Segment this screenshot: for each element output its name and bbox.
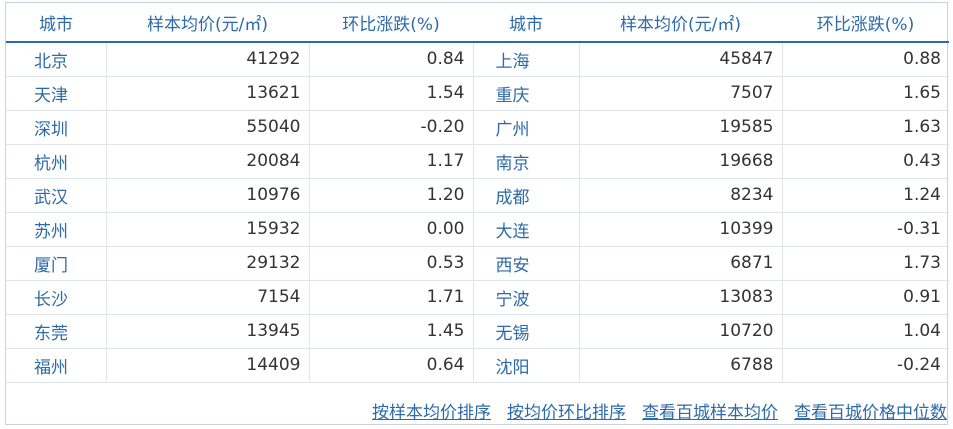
table-row: 苏州 15932 0.00 大连 10399 -0.31	[6, 212, 949, 247]
city-cell: 苏州	[6, 212, 107, 247]
price-cell: 6788	[579, 348, 783, 383]
table-row: 杭州 20084 1.17 南京 19668 0.43	[6, 144, 949, 179]
table-row: 东莞 13945 1.45 无锡 10720 1.04	[6, 314, 949, 349]
table-row: 深圳 55040 -0.20 广州 19585 1.63	[6, 110, 949, 145]
price-cell: 7154	[106, 280, 310, 315]
change-cell: -0.24	[782, 348, 949, 383]
change-cell: 0.53	[309, 246, 474, 281]
price-cell: 10976	[106, 178, 310, 213]
change-cell: 0.43	[782, 144, 949, 179]
city-cell: 杭州	[6, 144, 107, 179]
city-cell: 广州	[473, 110, 580, 145]
city-cell: 上海	[473, 42, 580, 77]
city-cell: 大连	[473, 212, 580, 247]
change-cell: 1.24	[782, 178, 949, 213]
price-cell: 7507	[579, 76, 783, 111]
table-row: 天津 13621 1.54 重庆 7507 1.65	[6, 76, 949, 111]
price-cell: 13621	[106, 76, 310, 111]
link-bar: 按样本均价排序 按均价环比排序 查看百城样本均价 查看百城价格中位数	[372, 398, 947, 423]
change-cell: 1.45	[309, 314, 474, 349]
city-cell: 宁波	[473, 280, 580, 315]
header-avg-price-right: 样本均价(元/㎡)	[579, 3, 782, 43]
table-row: 福州 14409 0.64 沈阳 6788 -0.24	[6, 348, 949, 383]
table-header-row: 城市 样本均价(元/㎡) 环比涨跌(%) 城市 样本均价(元/㎡) 环比涨跌(%…	[6, 3, 949, 43]
table-body: 北京 41292 0.84 上海 45847 0.88 天津 13621 1.54 重庆 7507 1…	[6, 42, 949, 383]
city-cell: 南京	[473, 144, 580, 179]
sort-by-change-link[interactable]: 按均价环比排序	[507, 398, 626, 423]
price-cell: 19585	[579, 110, 783, 145]
city-cell: 东莞	[6, 314, 107, 349]
table-row: 长沙 7154 1.71 宁波 13083 0.91	[6, 280, 949, 315]
change-cell: 1.04	[782, 314, 949, 349]
change-cell: 1.54	[309, 76, 474, 111]
change-cell: 1.71	[309, 280, 474, 315]
change-cell: 1.73	[782, 246, 949, 281]
change-cell: 0.00	[309, 212, 474, 247]
change-cell: 0.88	[782, 42, 949, 77]
price-cell: 29132	[106, 246, 310, 281]
view-100-city-median-link[interactable]: 查看百城价格中位数	[794, 398, 947, 423]
price-cell: 20084	[106, 144, 310, 179]
city-price-panel: 城市 样本均价(元/㎡) 环比涨跌(%) 城市 样本均价(元/㎡) 环比涨跌(%…	[5, 2, 949, 425]
city-cell: 长沙	[6, 280, 107, 315]
city-cell: 北京	[6, 42, 107, 77]
view-100-city-avg-link[interactable]: 查看百城样本均价	[642, 398, 778, 423]
change-cell: -0.20	[309, 110, 474, 145]
city-cell: 重庆	[473, 76, 580, 111]
city-cell: 西安	[473, 246, 580, 281]
city-cell: 无锡	[473, 314, 580, 349]
change-cell: 0.64	[309, 348, 474, 383]
price-cell: 8234	[579, 178, 783, 213]
price-cell: 13083	[579, 280, 783, 315]
change-cell: -0.31	[782, 212, 949, 247]
table-row: 厦门 29132 0.53 西安 6871 1.73	[6, 246, 949, 281]
city-cell: 厦门	[6, 246, 107, 281]
table-row: 武汉 10976 1.20 成都 8234 1.24	[6, 178, 949, 213]
city-cell: 沈阳	[473, 348, 580, 383]
header-city-left: 城市	[6, 3, 106, 43]
sort-by-price-link[interactable]: 按样本均价排序	[372, 398, 491, 423]
price-cell: 15932	[106, 212, 310, 247]
price-cell: 41292	[106, 42, 310, 77]
price-cell: 6871	[579, 246, 783, 281]
change-cell: 1.63	[782, 110, 949, 145]
change-cell: 1.17	[309, 144, 474, 179]
city-price-table: 城市 样本均价(元/㎡) 环比涨跌(%) 城市 样本均价(元/㎡) 环比涨跌(%…	[6, 3, 949, 383]
header-change-left: 环比涨跌(%)	[309, 3, 473, 43]
header-avg-price-left: 样本均价(元/㎡)	[106, 3, 309, 43]
price-cell: 45847	[579, 42, 783, 77]
change-cell: 0.84	[309, 42, 474, 77]
city-cell: 武汉	[6, 178, 107, 213]
table-row: 北京 41292 0.84 上海 45847 0.88	[6, 42, 949, 77]
city-cell: 成都	[473, 178, 580, 213]
price-cell: 10399	[579, 212, 783, 247]
price-cell: 14409	[106, 348, 310, 383]
price-cell: 10720	[579, 314, 783, 349]
change-cell: 0.91	[782, 280, 949, 315]
city-cell: 深圳	[6, 110, 107, 145]
city-cell: 天津	[6, 76, 107, 111]
price-cell: 55040	[106, 110, 310, 145]
header-city-right: 城市	[473, 3, 579, 43]
change-cell: 1.20	[309, 178, 474, 213]
header-change-right: 环比涨跌(%)	[782, 3, 949, 43]
city-cell: 福州	[6, 348, 107, 383]
price-cell: 19668	[579, 144, 783, 179]
change-cell: 1.65	[782, 76, 949, 111]
price-cell: 13945	[106, 314, 310, 349]
